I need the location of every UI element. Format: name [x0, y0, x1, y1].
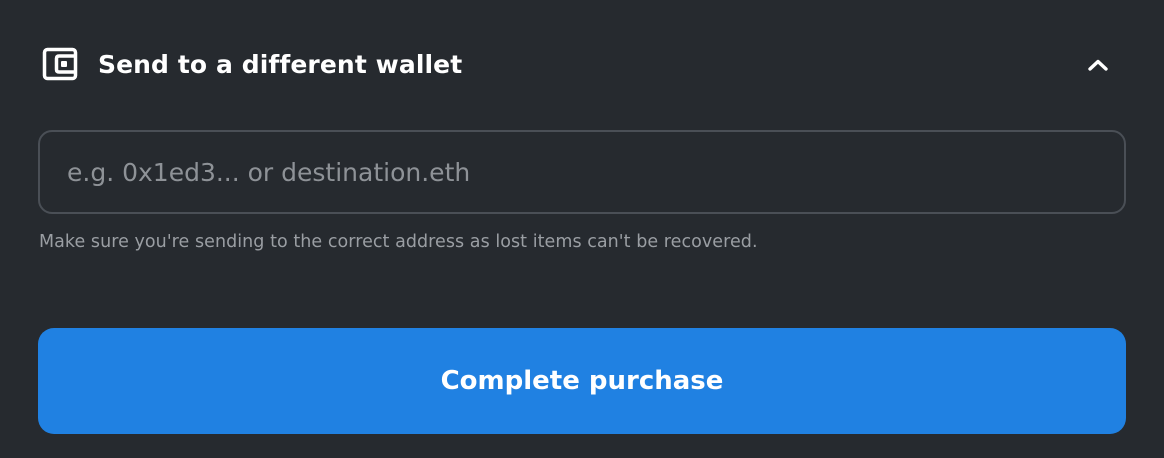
- wallet-address-input[interactable]: [38, 130, 1126, 214]
- send-to-wallet-panel: Send to a different wallet Make sure you…: [0, 0, 1164, 458]
- address-helper-text: Make sure you're sending to the correct …: [39, 232, 758, 252]
- send-to-wallet-header[interactable]: Send to a different wallet: [38, 38, 1128, 90]
- complete-purchase-button[interactable]: Complete purchase: [38, 328, 1126, 434]
- section-title: Send to a different wallet: [98, 49, 463, 79]
- chevron-up-icon[interactable]: [1084, 51, 1112, 79]
- wallet-icon: [40, 44, 80, 84]
